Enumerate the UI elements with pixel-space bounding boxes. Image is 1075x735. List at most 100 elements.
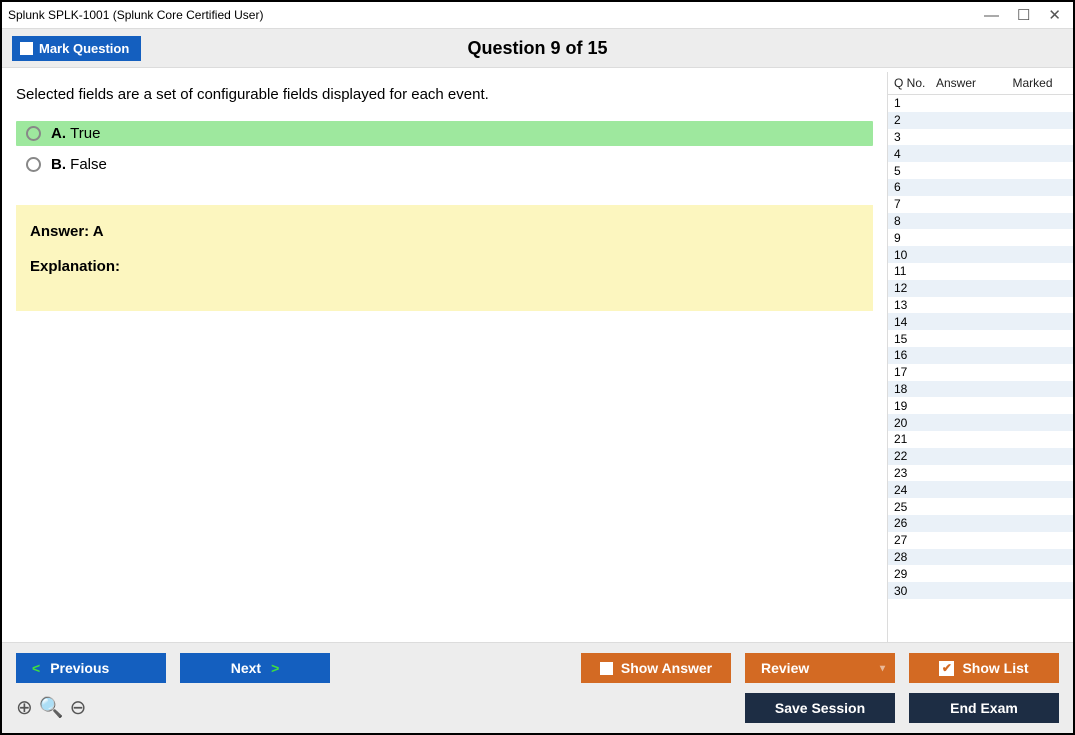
qno-cell: 30 bbox=[894, 584, 936, 598]
show-list-button[interactable]: ✔ Show List bbox=[909, 653, 1059, 683]
list-item[interactable]: 30 bbox=[888, 582, 1073, 599]
checkbox-icon bbox=[20, 42, 33, 55]
list-item[interactable]: 10 bbox=[888, 246, 1073, 263]
show-list-label: Show List bbox=[962, 660, 1028, 676]
list-item[interactable]: 14 bbox=[888, 313, 1073, 330]
qno-cell: 27 bbox=[894, 533, 936, 547]
qno-cell: 19 bbox=[894, 399, 936, 413]
footer-bar: < Previous Next > Show Answer Review ▾ ✔… bbox=[2, 642, 1073, 733]
zoom-reset-icon[interactable]: 🔍 bbox=[39, 698, 64, 718]
mark-question-label: Mark Question bbox=[39, 41, 129, 56]
show-answer-button[interactable]: Show Answer bbox=[581, 653, 731, 683]
list-item[interactable]: 23 bbox=[888, 465, 1073, 482]
radio-icon[interactable] bbox=[26, 157, 41, 172]
maximize-icon[interactable]: ☐ bbox=[1017, 8, 1030, 23]
window-controls: — ☐ ✕ bbox=[984, 8, 1061, 23]
list-item[interactable]: 24 bbox=[888, 481, 1073, 498]
qno-cell: 7 bbox=[894, 197, 936, 211]
mark-question-button[interactable]: Mark Question bbox=[12, 36, 141, 61]
qno-cell: 23 bbox=[894, 466, 936, 480]
qno-cell: 1 bbox=[894, 96, 936, 110]
footer-row-1: < Previous Next > Show Answer Review ▾ ✔… bbox=[16, 653, 1059, 683]
save-session-label: Save Session bbox=[775, 700, 865, 716]
answer-label: Answer: A bbox=[30, 223, 859, 240]
review-button[interactable]: Review ▾ bbox=[745, 653, 895, 683]
review-label: Review bbox=[761, 660, 809, 676]
save-session-button[interactable]: Save Session bbox=[745, 693, 895, 723]
col-qno: Q No. bbox=[894, 76, 936, 90]
list-item[interactable]: 9 bbox=[888, 229, 1073, 246]
checkbox-checked-icon: ✔ bbox=[939, 661, 954, 676]
explanation-label: Explanation: bbox=[30, 258, 859, 275]
zoom-in-icon[interactable]: ⊕ bbox=[16, 698, 33, 718]
qno-cell: 9 bbox=[894, 231, 936, 245]
list-item[interactable]: 7 bbox=[888, 196, 1073, 213]
end-exam-label: End Exam bbox=[950, 700, 1018, 716]
list-item[interactable]: 25 bbox=[888, 498, 1073, 515]
title-bar: Splunk SPLK-1001 (Splunk Core Certified … bbox=[2, 2, 1073, 28]
question-list-panel: Q No. Answer Marked 12345678910111213141… bbox=[887, 72, 1073, 642]
option-label: B. False bbox=[51, 156, 107, 173]
list-item[interactable]: 1 bbox=[888, 95, 1073, 112]
checkbox-icon bbox=[600, 662, 613, 675]
option-label: A. True bbox=[51, 125, 100, 142]
question-heading: Question 9 of 15 bbox=[467, 38, 607, 59]
list-item[interactable]: 3 bbox=[888, 129, 1073, 146]
list-item[interactable]: 4 bbox=[888, 145, 1073, 162]
previous-label: Previous bbox=[50, 660, 109, 676]
close-icon[interactable]: ✕ bbox=[1048, 8, 1061, 23]
chevron-right-icon: > bbox=[271, 660, 279, 676]
option-row[interactable]: A. True bbox=[16, 121, 873, 146]
qno-cell: 29 bbox=[894, 567, 936, 581]
qno-cell: 25 bbox=[894, 500, 936, 514]
list-item[interactable]: 28 bbox=[888, 549, 1073, 566]
list-item[interactable]: 27 bbox=[888, 532, 1073, 549]
list-item[interactable]: 18 bbox=[888, 381, 1073, 398]
next-button[interactable]: Next > bbox=[180, 653, 330, 683]
col-marked: Marked bbox=[994, 76, 1071, 90]
list-item[interactable]: 29 bbox=[888, 565, 1073, 582]
qno-cell: 11 bbox=[894, 264, 936, 278]
qno-cell: 10 bbox=[894, 248, 936, 262]
list-item[interactable]: 2 bbox=[888, 112, 1073, 129]
list-item[interactable]: 15 bbox=[888, 330, 1073, 347]
list-item[interactable]: 19 bbox=[888, 397, 1073, 414]
qno-cell: 26 bbox=[894, 516, 936, 530]
list-item[interactable]: 12 bbox=[888, 280, 1073, 297]
radio-icon[interactable] bbox=[26, 126, 41, 141]
list-item[interactable]: 5 bbox=[888, 162, 1073, 179]
qno-cell: 17 bbox=[894, 365, 936, 379]
main-area: Selected fields are a set of configurabl… bbox=[2, 68, 1073, 642]
list-item[interactable]: 17 bbox=[888, 364, 1073, 381]
list-item[interactable]: 21 bbox=[888, 431, 1073, 448]
list-item[interactable]: 6 bbox=[888, 179, 1073, 196]
question-content: Selected fields are a set of configurabl… bbox=[2, 68, 887, 642]
chevron-left-icon: < bbox=[32, 660, 40, 676]
list-item[interactable]: 22 bbox=[888, 448, 1073, 465]
list-item[interactable]: 16 bbox=[888, 347, 1073, 364]
question-list[interactable]: 1234567891011121314151617181920212223242… bbox=[888, 94, 1073, 642]
col-answer: Answer bbox=[936, 76, 994, 90]
list-item[interactable]: 13 bbox=[888, 297, 1073, 314]
option-row[interactable]: B. False bbox=[16, 152, 873, 177]
footer-row-2: ⊕ 🔍 ⊖ Save Session End Exam bbox=[16, 693, 1059, 723]
next-label: Next bbox=[231, 660, 261, 676]
show-answer-label: Show Answer bbox=[621, 660, 712, 676]
zoom-out-icon[interactable]: ⊖ bbox=[70, 698, 87, 718]
qno-cell: 24 bbox=[894, 483, 936, 497]
list-item[interactable]: 20 bbox=[888, 414, 1073, 431]
qno-cell: 4 bbox=[894, 147, 936, 161]
previous-button[interactable]: < Previous bbox=[16, 653, 166, 683]
qno-cell: 22 bbox=[894, 449, 936, 463]
qno-cell: 8 bbox=[894, 214, 936, 228]
qno-cell: 18 bbox=[894, 382, 936, 396]
qno-cell: 3 bbox=[894, 130, 936, 144]
list-item[interactable]: 8 bbox=[888, 213, 1073, 230]
list-item[interactable]: 26 bbox=[888, 515, 1073, 532]
qno-cell: 16 bbox=[894, 348, 936, 362]
minimize-icon[interactable]: — bbox=[984, 8, 999, 23]
list-item[interactable]: 11 bbox=[888, 263, 1073, 280]
qno-cell: 28 bbox=[894, 550, 936, 564]
answer-box: Answer: A Explanation: bbox=[16, 205, 873, 311]
end-exam-button[interactable]: End Exam bbox=[909, 693, 1059, 723]
